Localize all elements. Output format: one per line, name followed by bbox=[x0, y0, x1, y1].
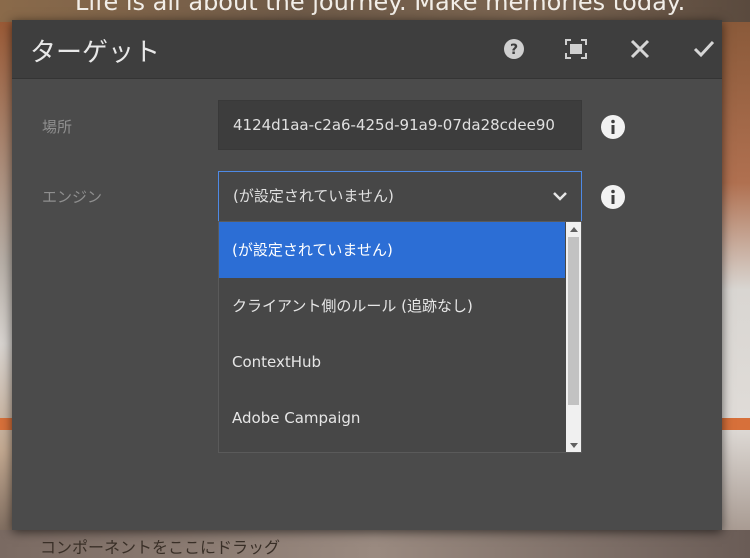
engine-option[interactable]: ContextHub bbox=[219, 334, 565, 390]
engine-info-button[interactable] bbox=[601, 185, 625, 209]
background-left-strip bbox=[0, 22, 12, 558]
engine-option[interactable]: クライアント側のルール (追跡なし) bbox=[219, 278, 565, 334]
dropdown-scrollbar[interactable] bbox=[566, 222, 581, 452]
check-icon bbox=[693, 40, 715, 58]
scroll-up-arrow-icon[interactable] bbox=[566, 222, 581, 236]
info-icon bbox=[611, 119, 615, 134]
svg-text:?: ? bbox=[510, 42, 518, 58]
close-button[interactable] bbox=[624, 33, 656, 65]
engine-label: エンジン bbox=[42, 188, 103, 206]
location-info-button[interactable] bbox=[601, 115, 625, 139]
background-right-strip bbox=[722, 22, 750, 558]
background-drop-hint: コンポーネントをここにドラッグ bbox=[40, 538, 281, 557]
engine-select-value: (が設定されていません) bbox=[233, 187, 394, 205]
dialog-title: ターゲット bbox=[30, 38, 161, 68]
close-icon bbox=[630, 39, 650, 59]
location-label: 場所 bbox=[42, 118, 73, 136]
scrollbar-thumb[interactable] bbox=[568, 237, 579, 405]
help-icon: ? bbox=[504, 39, 524, 59]
fullscreen-button[interactable] bbox=[560, 33, 592, 65]
dialog-header: ターゲット ? bbox=[12, 20, 722, 79]
engine-option[interactable]: Adobe Campaign bbox=[219, 390, 565, 446]
target-dialog: ターゲット ? 場所 4124d1aa-c2a6-425d-91a9-07da2… bbox=[12, 20, 722, 530]
location-field[interactable]: 4124d1aa-c2a6-425d-91a9-07da28cdee90 bbox=[218, 100, 582, 150]
chevron-down-icon bbox=[553, 192, 567, 201]
scroll-down-arrow-icon[interactable] bbox=[566, 438, 581, 452]
info-icon bbox=[611, 189, 615, 204]
engine-option[interactable]: (が設定されていません) bbox=[219, 222, 565, 278]
background-headline: Life is all about the journey. Make memo… bbox=[75, 0, 686, 16]
fullscreen-icon bbox=[565, 39, 587, 59]
engine-dropdown-list: (が設定されていません) クライアント側のルール (追跡なし) ContextH… bbox=[218, 221, 582, 453]
help-button[interactable]: ? bbox=[498, 33, 530, 65]
engine-select[interactable]: (が設定されていません) bbox=[218, 171, 582, 221]
confirm-button[interactable] bbox=[688, 33, 720, 65]
